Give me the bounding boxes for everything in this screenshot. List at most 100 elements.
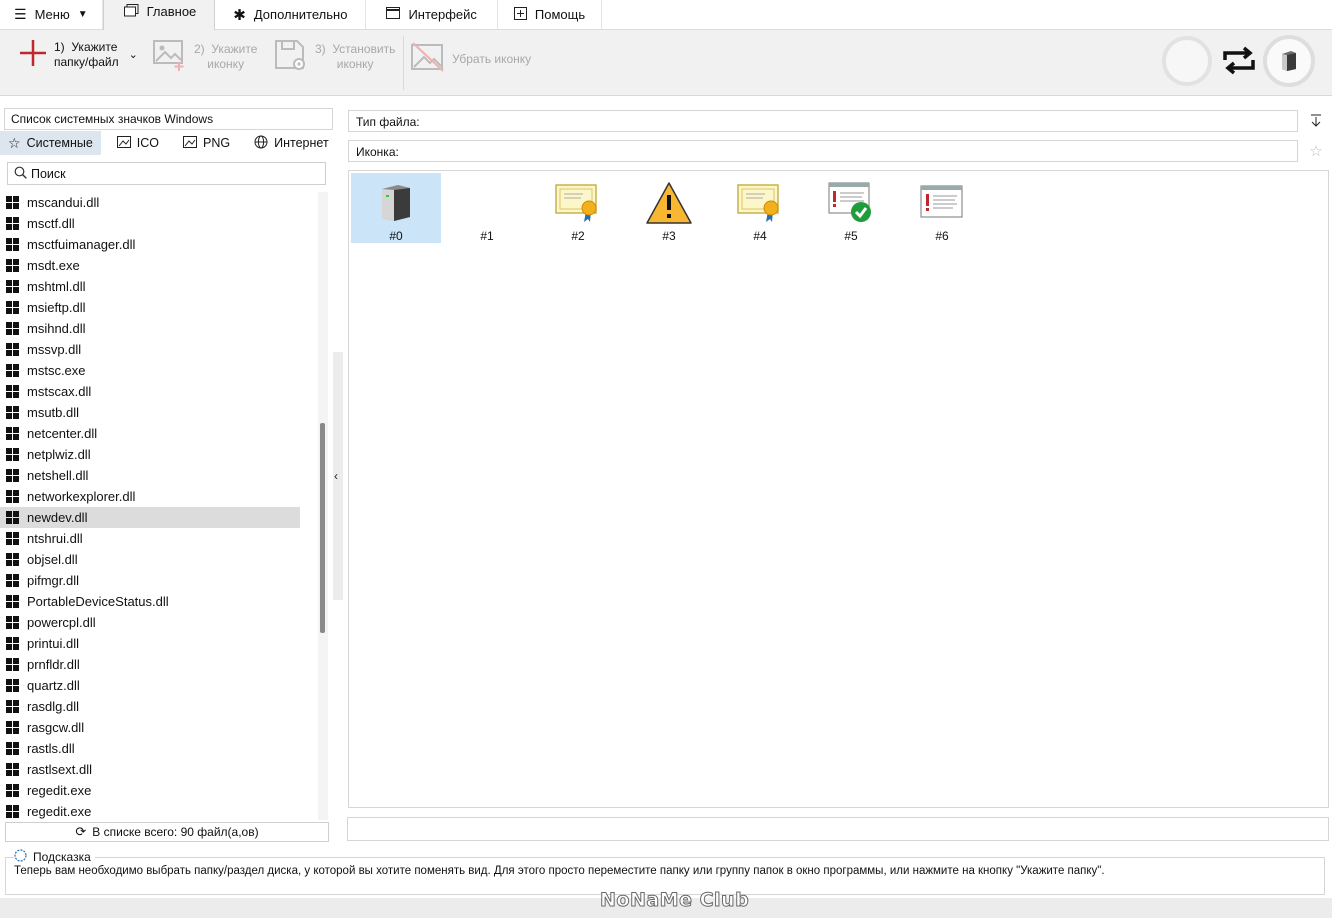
list-item[interactable]: msdt.exe <box>0 255 300 276</box>
panel-splitter[interactable]: ‹ <box>333 352 343 600</box>
list-item[interactable]: netshell.dll <box>0 465 300 486</box>
certificate-icon <box>735 179 785 227</box>
scrollbar-thumb[interactable] <box>320 423 325 633</box>
refresh-icon: ⟳ <box>75 824 87 839</box>
list-item[interactable]: PortableDeviceStatus.dll <box>0 591 300 612</box>
list-item[interactable]: netplwiz.dll <box>0 444 300 465</box>
tab-main[interactable]: Главное <box>102 0 216 30</box>
remove-icon-button[interactable]: Убрать иконку <box>410 40 531 78</box>
list-item[interactable]: regedit.exe <box>0 780 300 801</box>
icon-cell[interactable]: #6 <box>897 173 987 243</box>
step3-num: 3) <box>315 42 326 56</box>
list-item[interactable]: prnfldr.dll <box>0 654 300 675</box>
download-arrow-icon[interactable] <box>1305 110 1327 132</box>
apply-icon-button[interactable]: 3) Установить иконку <box>273 38 395 76</box>
list-item-label: msihnd.dll <box>27 321 86 336</box>
windows-icon <box>6 301 19 314</box>
list-item[interactable]: powercpl.dll <box>0 612 300 633</box>
list-item[interactable]: regedit.exe <box>0 801 300 820</box>
select-folder-button[interactable]: 1) Укажите папку/файл ⌄ <box>18 38 138 72</box>
windows-icon <box>6 679 19 692</box>
list-item[interactable]: pifmgr.dll <box>0 570 300 591</box>
list-item[interactable]: rastls.dll <box>0 738 300 759</box>
list-item[interactable]: printui.dll <box>0 633 300 654</box>
list-item-label: netcenter.dll <box>27 426 98 441</box>
icon-cell[interactable]: #4 <box>715 173 805 243</box>
icon-cell[interactable]: #0 <box>351 173 441 243</box>
chevron-down-icon: ▼ <box>77 9 88 20</box>
list-item[interactable]: rasdlg.dll <box>0 696 300 717</box>
list-item-label: networkexplorer.dll <box>27 489 136 504</box>
list-item[interactable]: mshtml.dll <box>0 276 300 297</box>
repeat-icon[interactable] <box>1219 46 1259 79</box>
list-item-label: msutb.dll <box>27 405 80 420</box>
step2-line2: иконку <box>207 57 245 71</box>
ribbon-separator <box>403 36 404 90</box>
save-gear-icon <box>273 38 309 76</box>
windows-icon <box>6 217 19 230</box>
list-item[interactable]: ntshrui.dll <box>0 528 300 549</box>
list-item-label: ntshrui.dll <box>27 531 83 546</box>
hint-header: Подсказка <box>14 849 95 865</box>
select-icon-button[interactable]: 2) Укажите иконку <box>152 38 257 76</box>
list-item[interactable]: msihnd.dll <box>0 318 300 339</box>
list-item[interactable]: quartz.dll <box>0 675 300 696</box>
list-item[interactable]: mssvp.dll <box>0 339 300 360</box>
list-item[interactable]: msutb.dll <box>0 402 300 423</box>
icon-cell[interactable]: #5 <box>806 173 896 243</box>
chevron-left-icon[interactable]: ‹ <box>334 469 338 483</box>
list-item[interactable]: msctf.dll <box>0 213 300 234</box>
list-item[interactable]: mstscax.dll <box>0 381 300 402</box>
icon-cell[interactable]: #1 <box>442 173 532 243</box>
icon-path-field[interactable] <box>347 817 1329 841</box>
hamburger-icon: ☰ <box>14 6 27 22</box>
windows-icon <box>6 238 19 251</box>
chevron-down-icon[interactable]: ⌄ <box>129 48 138 63</box>
list-item[interactable]: mscandui.dll <box>0 192 300 213</box>
list-item[interactable]: mstsc.exe <box>0 360 300 381</box>
window-check-icon <box>826 179 876 227</box>
tab-system[interactable]: ☆ Системные <box>0 131 101 155</box>
tab-help[interactable]: Помощь <box>498 0 603 29</box>
list-item-label: msdt.exe <box>27 258 80 273</box>
file-count-status[interactable]: ⟳ В списке всего: 90 файл(а,ов) <box>5 822 329 842</box>
file-list-scrollbar[interactable] <box>318 192 328 820</box>
windows-icon <box>6 595 19 608</box>
icon-cell[interactable]: #3 <box>624 173 714 243</box>
list-item[interactable]: rastlsext.dll <box>0 759 300 780</box>
windows-icon <box>6 427 19 440</box>
windows-icon <box>6 616 19 629</box>
step1-num: 1) <box>54 40 65 54</box>
list-item[interactable]: msieftp.dll <box>0 297 300 318</box>
list-item-label: msctf.dll <box>27 216 75 231</box>
tab-interface[interactable]: Интерфейс <box>366 0 498 29</box>
tab-internet-label: Интернет <box>274 136 329 150</box>
icon-index-label: #5 <box>844 229 858 243</box>
tab-internet[interactable]: Интернет <box>238 131 337 155</box>
windows-icon <box>6 490 19 503</box>
icon-cell[interactable]: #2 <box>533 173 623 243</box>
list-item[interactable]: rasgcw.dll <box>0 717 300 738</box>
list-item[interactable]: netcenter.dll <box>0 423 300 444</box>
tab-advanced-label: Дополнительно <box>253 7 348 22</box>
windows-icon <box>6 448 19 461</box>
windows-icon <box>6 532 19 545</box>
list-item-label: printui.dll <box>27 636 80 651</box>
main-menu-button[interactable]: ☰ Меню ▼ <box>0 0 103 29</box>
library-tabs: ☆ Системные ICO PNG Интернет <box>0 131 333 155</box>
list-item[interactable]: msctfuimanager.dll <box>0 234 300 255</box>
favorite-star-icon[interactable]: ☆ <box>1305 140 1327 162</box>
tab-png[interactable]: PNG <box>167 131 238 155</box>
blank-icon <box>462 179 512 227</box>
list-item[interactable]: networkexplorer.dll <box>0 486 300 507</box>
window-error-icon <box>917 179 967 227</box>
list-item-label: rasdlg.dll <box>27 699 80 714</box>
list-item[interactable]: objsel.dll <box>0 549 300 570</box>
list-item[interactable]: newdev.dll <box>0 507 300 528</box>
tab-ico[interactable]: ICO <box>101 131 167 155</box>
computer-tower-icon <box>371 179 421 227</box>
search-input[interactable]: Поиск <box>7 162 326 185</box>
windows-icon <box>6 385 19 398</box>
list-item-label: netplwiz.dll <box>27 447 91 462</box>
tab-advanced[interactable]: ✱ Дополнительно <box>215 0 367 29</box>
